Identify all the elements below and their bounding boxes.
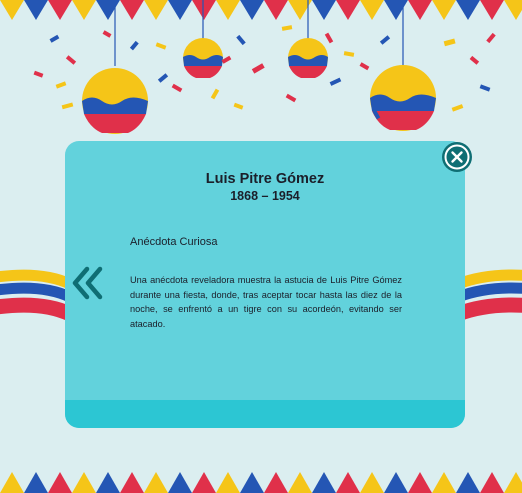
anecdote-text: Una anécdota reveladora muestra la astuc… [130, 275, 402, 329]
close-button[interactable] [441, 141, 473, 173]
lantern [288, 38, 328, 78]
right-flag-ribbon [455, 269, 522, 322]
life-years: 1868 – 1954 [230, 189, 300, 203]
section-heading: Anécdota Curiosa [130, 236, 218, 248]
double-chevron-left-icon [72, 266, 103, 300]
lantern [183, 38, 223, 78]
lantern [82, 68, 148, 134]
left-flag-ribbon [0, 269, 74, 321]
close-circle-icon [442, 142, 472, 172]
person-name: Luis Pitre Gómez [205, 171, 325, 187]
anecdote-card: Luis Pitre Gómez 1868 – 1954 Anécdota Cu… [65, 141, 465, 428]
lantern [370, 65, 436, 131]
previous-button[interactable] [70, 265, 106, 301]
top-bunting [0, 0, 522, 20]
card-footer-band [65, 400, 465, 428]
bottom-bunting [0, 472, 522, 493]
